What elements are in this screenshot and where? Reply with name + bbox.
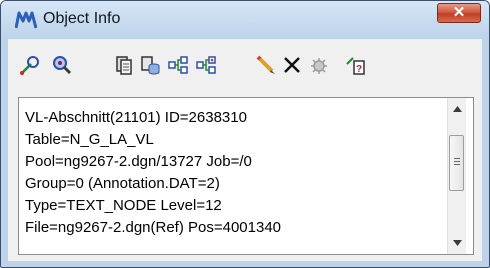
settings-disabled-icon <box>311 58 327 74</box>
help-info-icon: ? <box>346 57 365 75</box>
info-line-table: Table=N_G_LA_VL <box>25 131 154 148</box>
copy-tool-button[interactable] <box>112 53 136 77</box>
scroll-thumb[interactable] <box>449 135 464 191</box>
svg-text:?: ? <box>356 64 362 75</box>
info-line-type-level: Type=TEXT_NODE Level=12 <box>25 197 222 214</box>
grip-line <box>454 164 460 165</box>
connect-tool-button[interactable] <box>166 53 190 77</box>
object-info-window: Object Info ✕ ? VL-Abschnitt(21101) ID=2… <box>0 0 490 268</box>
chevron-down-icon <box>452 240 462 246</box>
help-info-button[interactable]: ? <box>344 53 368 77</box>
close-icon: ✕ <box>452 4 466 21</box>
object-info-textbox[interactable]: VL-Abschnitt(21101) ID=2638310 Table=N_G… <box>18 97 474 255</box>
connect-multi-tool-icon <box>196 56 216 74</box>
client-area: ? VL-Abschnitt(21101) ID=2638310 Table=N… <box>8 39 482 261</box>
app-logo-icon <box>15 11 37 29</box>
scroll-down-button[interactable] <box>448 234 466 252</box>
element-selection-tool-icon <box>20 56 39 75</box>
window-title: Object Info <box>43 10 121 27</box>
grip-line <box>454 158 460 159</box>
copy-tool-icon <box>116 56 132 75</box>
info-line-pool-job: Pool=ng9267-2.dgn/13727 Job=/0 <box>25 153 252 170</box>
info-line-file-pos: File=ng9267-2.dgn(Ref) Pos=4001340 <box>25 219 282 236</box>
title-bar[interactable]: Object Info ✕ <box>1 1 489 39</box>
copy-database-tool-button[interactable] <box>138 53 162 77</box>
grip-line <box>454 161 460 162</box>
info-line-name-id: VL-Abschnitt(21101) ID=2638310 <box>25 109 247 126</box>
fit-view-tool-icon <box>53 56 72 75</box>
settings-disabled-button[interactable] <box>306 53 330 77</box>
connect-multi-tool-button[interactable] <box>194 53 218 77</box>
pencil-tool-icon <box>256 55 275 74</box>
element-selection-tool-button[interactable] <box>18 53 42 77</box>
chevron-up-icon <box>452 106 462 112</box>
info-line-group: Group=0 (Annotation.DAT=2) <box>25 175 220 192</box>
pencil-tool-button[interactable] <box>254 53 278 77</box>
connect-tool-icon <box>168 56 188 74</box>
scroll-up-button[interactable] <box>448 100 466 118</box>
copy-database-tool-icon <box>141 56 160 75</box>
info-lines: VL-Abschnitt(21101) ID=2638310 Table=N_G… <box>25 107 445 239</box>
close-button[interactable]: ✕ <box>437 3 481 23</box>
fit-view-tool-button[interactable] <box>50 53 74 77</box>
delete-icon <box>284 57 300 73</box>
delete-button[interactable] <box>280 53 304 77</box>
toolbar: ? <box>8 39 482 89</box>
vertical-scrollbar[interactable] <box>447 98 466 254</box>
